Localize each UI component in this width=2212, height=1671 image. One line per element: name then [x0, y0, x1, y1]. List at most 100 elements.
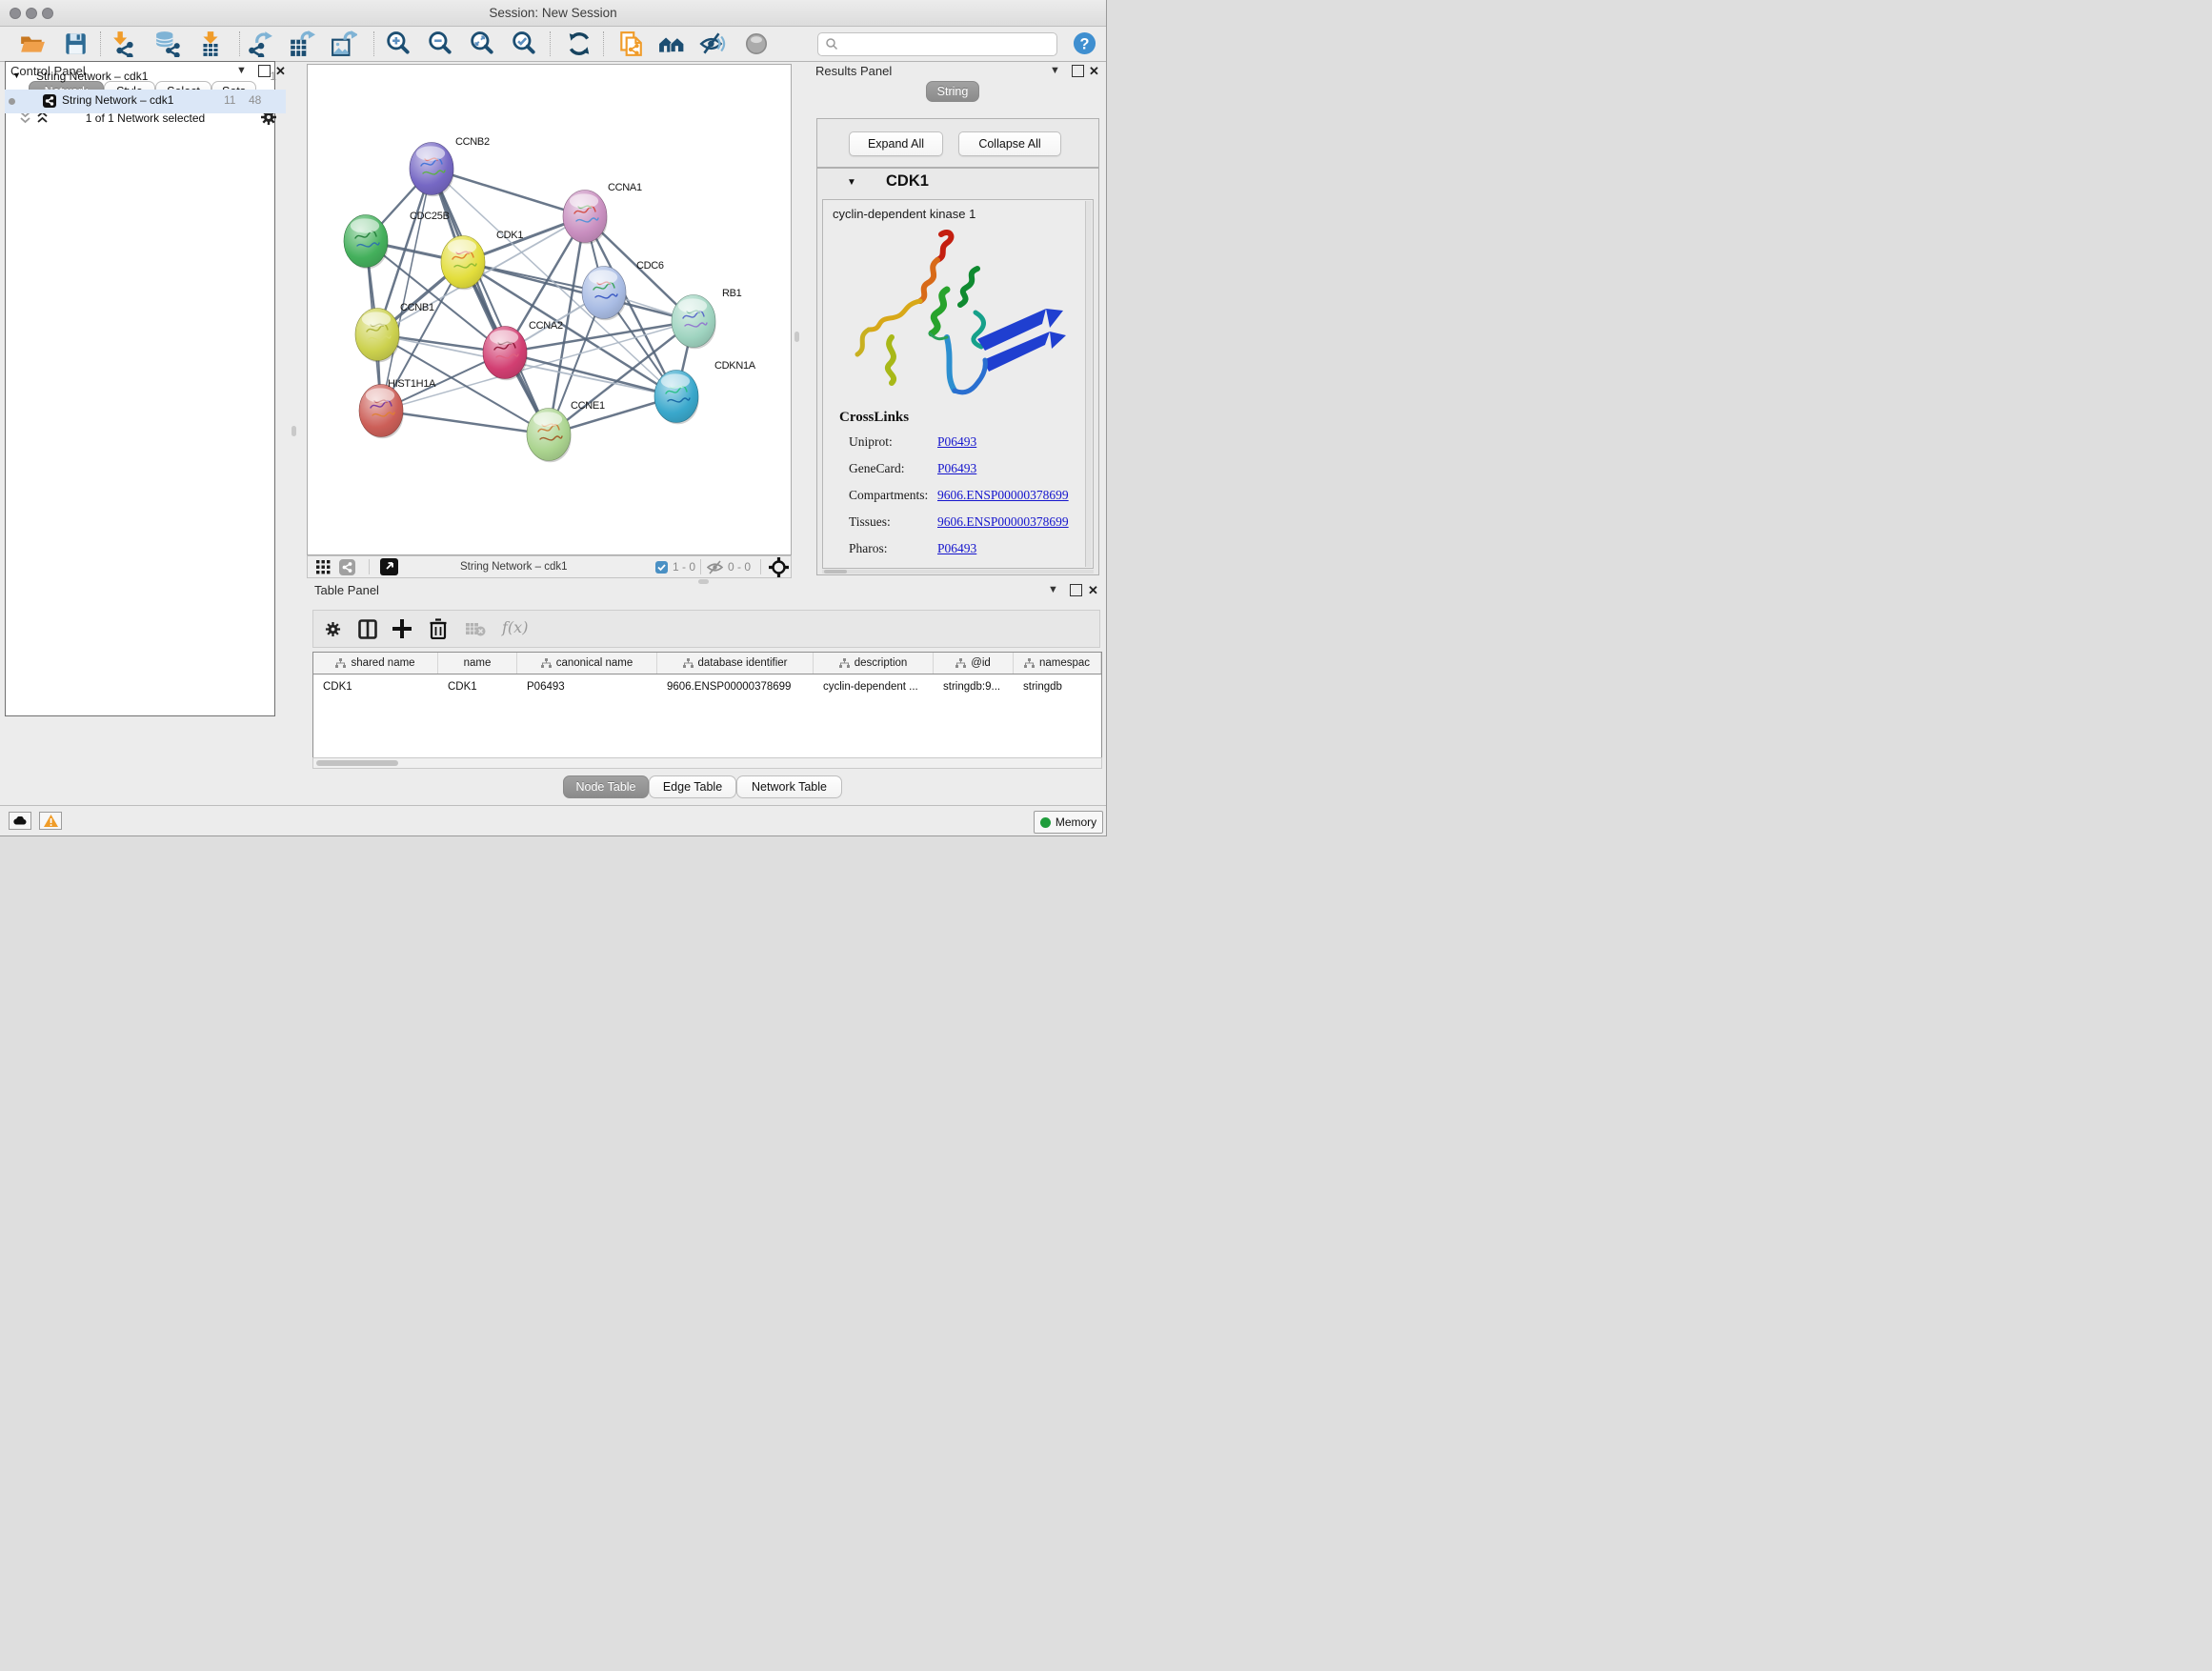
- tab-string[interactable]: String: [926, 81, 979, 102]
- network-edge[interactable]: [381, 169, 432, 411]
- hidden-counts: 0 - 0: [728, 560, 751, 574]
- results-panel: Results Panel ▼ ✕ String Expand All Coll…: [808, 61, 1102, 575]
- memory-label: Memory: [1056, 815, 1096, 829]
- show-hide-graphics-icon[interactable]: [699, 30, 726, 57]
- crosslink-link[interactable]: P06493: [937, 541, 976, 556]
- table-column-header[interactable]: database identifier: [657, 653, 814, 674]
- zoom-in-icon[interactable]: [385, 30, 412, 57]
- search-field[interactable]: [817, 32, 1057, 56]
- node-label-CCNE1: CCNE1: [571, 400, 605, 412]
- expand-all-button[interactable]: Expand All: [849, 131, 943, 156]
- toolbar-separator: [369, 559, 370, 574]
- import-table-icon[interactable]: [197, 30, 224, 57]
- tab-edge-table[interactable]: Edge Table: [649, 775, 736, 798]
- table-cell[interactable]: stringdb: [1014, 674, 1101, 698]
- zoom-fit-icon[interactable]: [469, 30, 495, 57]
- string-network-icon: [43, 94, 56, 108]
- help-icon[interactable]: ?: [1073, 31, 1096, 55]
- delete-column-icon[interactable]: [430, 618, 447, 639]
- table-panel-menu-icon[interactable]: ▼: [1048, 584, 1058, 595]
- export-table-icon[interactable]: [289, 30, 315, 57]
- grid-view-icon[interactable]: [316, 560, 331, 574]
- network-row-selected[interactable]: String Network – cdk1 11 48: [5, 90, 286, 113]
- node-label-CCNB2: CCNB2: [455, 136, 490, 148]
- tab-network-table[interactable]: Network Table: [736, 775, 842, 798]
- right-splitter-handle[interactable]: [794, 332, 799, 342]
- crosslink-link[interactable]: 9606.ENSP00000378699: [937, 488, 1069, 503]
- network-edge[interactable]: [381, 411, 549, 434]
- crosslink-label: Compartments:: [849, 488, 928, 503]
- table-column-header[interactable]: name: [438, 653, 517, 674]
- table-column-header[interactable]: canonical name: [517, 653, 657, 674]
- table-panel-float-icon[interactable]: [1070, 584, 1082, 596]
- crosslink-label: GeneCard:: [849, 461, 904, 476]
- table-cell[interactable]: cyclin-dependent ...: [814, 674, 934, 698]
- zoom-selected-icon[interactable]: [511, 30, 537, 57]
- table-horizontal-scrollbar[interactable]: [312, 757, 1102, 769]
- table-column-header[interactable]: shared name: [313, 653, 438, 674]
- save-session-icon[interactable]: [62, 30, 89, 57]
- results-panel-title: Results Panel: [815, 64, 892, 78]
- table-cell[interactable]: CDK1: [313, 674, 438, 698]
- table-column-header[interactable]: namespac: [1014, 653, 1101, 674]
- table-column-header[interactable]: @id: [934, 653, 1014, 674]
- toolbar-separator: [239, 31, 240, 56]
- table-panel-close-icon[interactable]: ✕: [1088, 585, 1098, 595]
- network-collection-row[interactable]: ▼ String Network – cdk1 1: [5, 66, 286, 90]
- network-canvas[interactable]: CCNB2CCNA1CDC25BCDK1CDC6RB1CCNB1CCNA2CDK…: [307, 64, 792, 555]
- fit-content-crosshair-icon[interactable]: [769, 557, 789, 577]
- selected-checkbox-icon[interactable]: [655, 561, 668, 574]
- zoom-out-icon[interactable]: [427, 30, 453, 57]
- results-panel-float-icon[interactable]: [1072, 65, 1084, 77]
- results-buttons-box: Expand All Collapse All: [816, 118, 1099, 168]
- node-label-CCNB1: CCNB1: [400, 302, 434, 313]
- results-panel-menu-icon[interactable]: ▼: [1050, 65, 1060, 76]
- export-network-icon[interactable]: [247, 30, 273, 57]
- network-edge[interactable]: [381, 321, 694, 411]
- show-columns-icon[interactable]: [358, 619, 377, 639]
- crosslink-link[interactable]: P06493: [937, 434, 976, 450]
- cloud-status-button[interactable]: [9, 812, 31, 830]
- collection-caret-icon[interactable]: ▼: [12, 70, 21, 80]
- table-options-gear-icon[interactable]: [325, 621, 341, 637]
- results-horizontal-scrollbar[interactable]: [822, 570, 1094, 574]
- memory-button[interactable]: Memory: [1034, 811, 1103, 834]
- network-row-label: String Network – cdk1: [62, 93, 173, 107]
- export-image-icon[interactable]: [331, 30, 357, 57]
- scrollbar-thumb[interactable]: [316, 760, 398, 766]
- results-panel-close-icon[interactable]: ✕: [1089, 66, 1099, 76]
- warning-icon: [44, 815, 58, 827]
- selected-counts: 1 - 0: [673, 560, 695, 574]
- table-cell[interactable]: P06493: [517, 674, 657, 698]
- crosslink-link[interactable]: P06493: [937, 461, 976, 476]
- results-vertical-scrollbar[interactable]: [1085, 201, 1092, 567]
- table-column-header[interactable]: description: [814, 653, 934, 674]
- table-cell[interactable]: CDK1: [438, 674, 517, 698]
- main-toolbar: ?: [0, 27, 1106, 62]
- birds-eye-view-icon[interactable]: [380, 558, 398, 575]
- sphere-icon[interactable]: [743, 30, 770, 57]
- crosslink-link[interactable]: 9606.ENSP00000378699: [937, 514, 1069, 530]
- search-input[interactable]: [843, 34, 1052, 54]
- import-network-file-icon[interactable]: [111, 30, 138, 57]
- node-label-CDK1: CDK1: [496, 230, 523, 241]
- left-splitter-handle[interactable]: [292, 426, 296, 436]
- open-session-icon[interactable]: [19, 30, 46, 57]
- share-document-icon[interactable]: [617, 30, 644, 57]
- table-cell[interactable]: stringdb:9...: [934, 674, 1014, 698]
- refresh-icon[interactable]: [566, 30, 593, 57]
- create-column-icon[interactable]: [392, 619, 412, 638]
- toolbar-separator: [550, 31, 551, 56]
- network-edge[interactable]: [432, 169, 585, 216]
- table-cell[interactable]: 9606.ENSP00000378699: [657, 674, 814, 698]
- table-row[interactable]: CDK1CDK1P064939606.ENSP00000378699cyclin…: [313, 674, 1101, 698]
- hidden-eye-icon[interactable]: [707, 560, 723, 574]
- tab-node-table[interactable]: Node Table: [563, 775, 649, 798]
- warning-status-button[interactable]: [39, 812, 62, 830]
- home-icon[interactable]: [658, 30, 685, 57]
- protein-collapse-caret-icon[interactable]: ▼: [847, 177, 856, 188]
- import-network-database-icon[interactable]: [154, 30, 181, 57]
- network-share-view-icon[interactable]: [339, 559, 355, 575]
- network-edge[interactable]: [432, 169, 549, 434]
- collapse-all-button[interactable]: Collapse All: [958, 131, 1061, 156]
